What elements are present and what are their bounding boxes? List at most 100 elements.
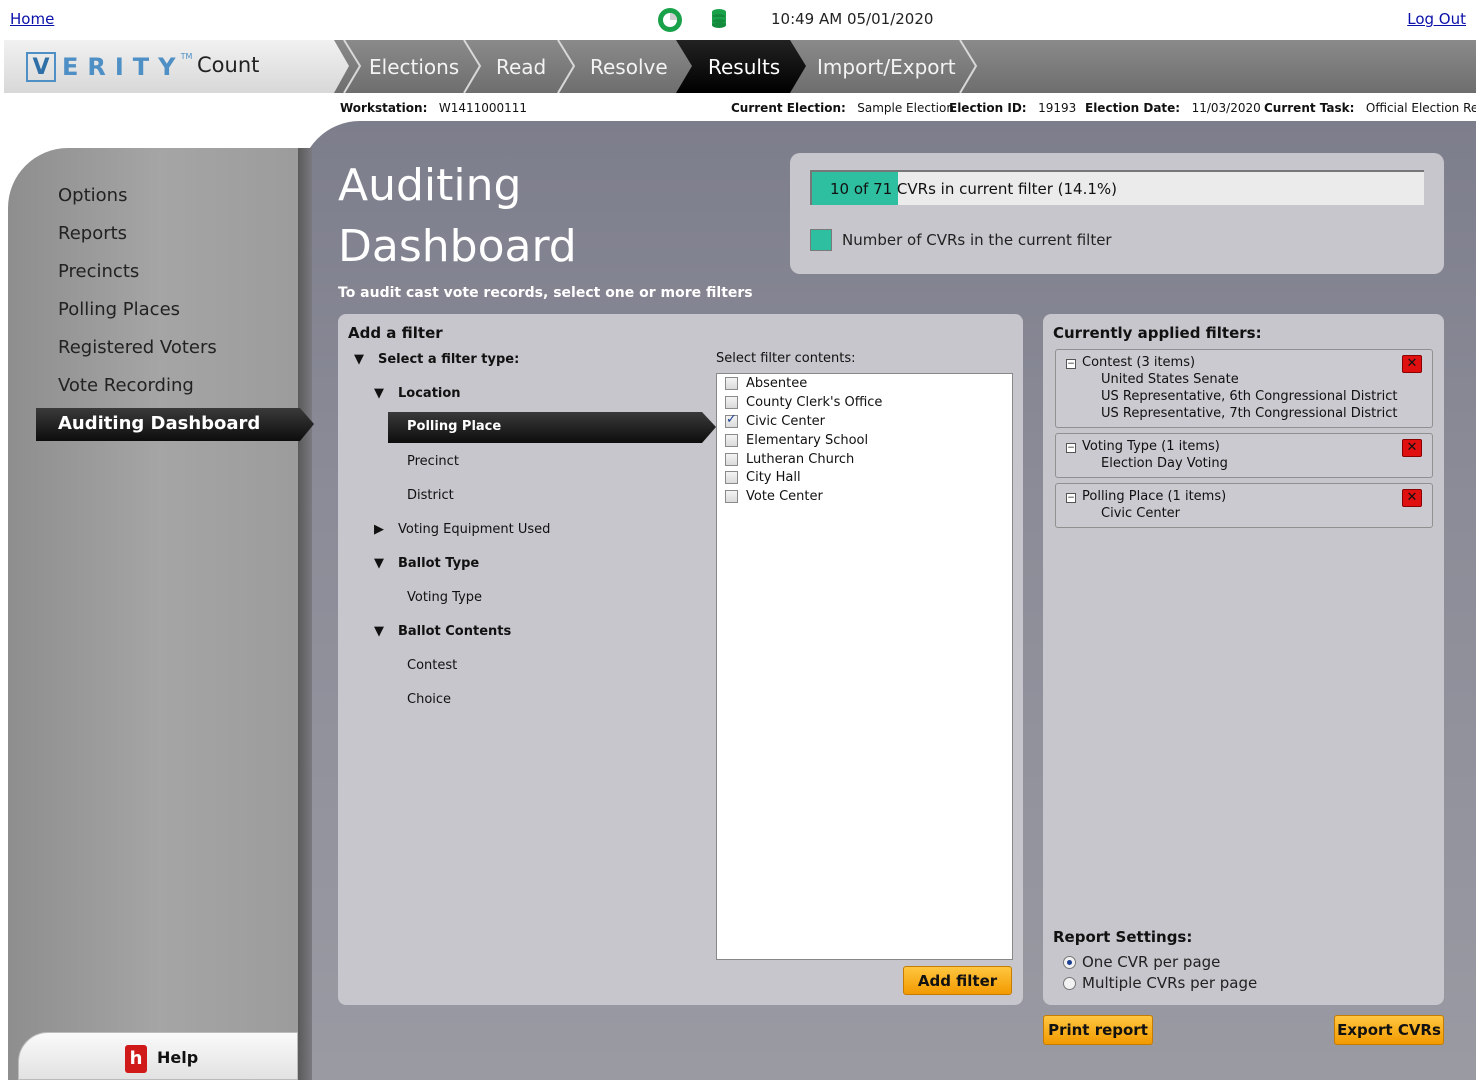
product-name: Count	[197, 53, 260, 77]
filter-option-county-clerks-office[interactable]: County Clerk's Office	[725, 393, 882, 411]
tree-node-label: Polling Place	[407, 419, 502, 434]
filter-option-absentee[interactable]: Absentee	[725, 374, 807, 392]
election-info-bar: Workstation: W1411000111 Current Electio…	[0, 93, 1476, 121]
tab-label: Import/Export	[817, 54, 956, 79]
expanded-triangle-icon[interactable]: ▼	[374, 624, 384, 639]
radio-button[interactable]	[1063, 976, 1076, 990]
sidebar-item-precincts[interactable]: Precincts	[58, 261, 139, 282]
tab-label: Results	[708, 54, 781, 79]
expanded-triangle-icon[interactable]: ▼	[374, 556, 384, 571]
remove-filter-icon[interactable]: ✕	[1402, 489, 1422, 507]
filter-card-header: Polling Place (1 items)	[1082, 489, 1227, 504]
tab-label: Read	[496, 54, 547, 79]
collapse-icon[interactable]: −	[1066, 443, 1076, 453]
tree-node-precinct[interactable]: Precinct	[407, 454, 459, 469]
checkbox[interactable]	[725, 452, 738, 466]
remove-filter-icon[interactable]: ✕	[1402, 355, 1422, 373]
page-title-line1: Auditing	[338, 160, 522, 211]
sidebar-item-options[interactable]: Options	[58, 185, 127, 206]
election-id-info: Election ID: 19193	[949, 101, 1077, 115]
checkbox[interactable]	[725, 470, 738, 484]
main-nav: V ERITY TM Count Elections Read Resolve …	[4, 40, 1476, 93]
page-title-line2: Dashboard	[338, 221, 577, 272]
filter-contents-label: Select filter contents:	[716, 351, 856, 366]
expanded-triangle-icon[interactable]: ▼	[374, 386, 384, 401]
brand-area: V ERITY TM Count	[4, 40, 349, 93]
applied-filter-contest: − Contest (3 items) United States Senate…	[1055, 349, 1433, 428]
tree-node-voting-type[interactable]: Voting Type	[407, 590, 482, 605]
add-filter-button[interactable]: Add filter	[903, 966, 1012, 995]
radio-label: One CVR per page	[1082, 953, 1221, 971]
checkbox[interactable]	[725, 433, 738, 447]
filter-contents-list: Absentee County Clerk's Office Civic Cen…	[716, 373, 1013, 960]
tree-node-polling-place[interactable]: Polling Place	[388, 412, 716, 443]
tab-resolve[interactable]: Resolve	[558, 40, 678, 93]
print-report-button[interactable]: Print report	[1043, 1015, 1153, 1045]
logout-link[interactable]: Log Out	[1407, 10, 1466, 28]
report-option-multiple-per-page[interactable]: Multiple CVRs per page	[1063, 974, 1257, 992]
tab-read[interactable]: Read	[464, 40, 559, 93]
filter-card-item: Election Day Voting	[1101, 456, 1228, 471]
option-label: Elementary School	[746, 432, 869, 448]
cvr-progress-bar: 10 of 71 CVRs in current filter (14.1%)	[810, 170, 1424, 205]
tree-node-location[interactable]: Location	[398, 386, 461, 401]
sidebar-item-registered-voters[interactable]: Registered Voters	[58, 337, 217, 358]
filter-option-city-hall[interactable]: City Hall	[725, 468, 801, 486]
add-filter-title: Add a filter	[348, 324, 443, 342]
checkbox[interactable]	[725, 412, 738, 428]
tab-label: Elections	[369, 54, 460, 79]
option-label: Vote Center	[746, 488, 823, 504]
applied-filters-title: Currently applied filters:	[1053, 324, 1262, 342]
sidebar	[8, 148, 312, 1080]
radio-button[interactable]	[1063, 955, 1076, 969]
current-election-info: Current Election: Sample Election	[731, 101, 954, 115]
sidebar-item-reports[interactable]: Reports	[58, 223, 127, 244]
legend-label: Number of CVRs in the current filter	[842, 231, 1112, 249]
filter-option-vote-center[interactable]: Vote Center	[725, 487, 823, 505]
applied-filter-voting-type: − Voting Type (1 items) Election Day Vot…	[1055, 433, 1433, 478]
tree-node-choice[interactable]: Choice	[407, 692, 451, 707]
report-settings-label: Report Settings:	[1053, 928, 1193, 946]
help-label: Help	[157, 1048, 199, 1067]
filter-option-lutheran-church[interactable]: Lutheran Church	[725, 450, 854, 468]
filter-option-civic-center[interactable]: Civic Center	[725, 412, 825, 430]
help-icon: h	[125, 1045, 147, 1073]
option-label: City Hall	[746, 469, 801, 485]
sidebar-item-auditing-dashboard[interactable]: Auditing Dashboard	[36, 408, 314, 441]
collapse-icon[interactable]: −	[1066, 493, 1076, 503]
cvr-progress-text: 10 of 71 CVRs in current filter (14.1%)	[830, 180, 1118, 198]
tree-node-voting-equipment[interactable]: Voting Equipment Used	[398, 522, 550, 537]
sidebar-item-vote-recording[interactable]: Vote Recording	[58, 375, 194, 396]
filter-card-item: US Representative, 7th Congressional Dis…	[1101, 406, 1398, 421]
expanded-triangle-icon[interactable]: ▼	[354, 352, 364, 367]
collapse-icon[interactable]: −	[1066, 359, 1076, 369]
instructions-text: To audit cast vote records, select one o…	[338, 285, 753, 301]
report-option-one-per-page[interactable]: One CVR per page	[1063, 953, 1220, 971]
tree-node-ballot-contents[interactable]: Ballot Contents	[398, 624, 511, 639]
checkbox[interactable]	[725, 395, 738, 409]
option-label: Lutheran Church	[746, 451, 855, 467]
option-label: County Clerk's Office	[746, 394, 883, 410]
collapsed-triangle-icon[interactable]: ▶	[374, 522, 384, 537]
filter-option-elementary-school[interactable]: Elementary School	[725, 431, 868, 449]
help-button[interactable]: h Help	[18, 1032, 298, 1080]
tree-node-contest[interactable]: Contest	[407, 658, 457, 673]
filter-type-root: Select a filter type:	[378, 352, 520, 367]
checkbox[interactable]	[725, 489, 738, 503]
export-cvrs-button[interactable]: Export CVRs	[1334, 1015, 1444, 1045]
remove-filter-icon[interactable]: ✕	[1402, 439, 1422, 457]
tree-node-district[interactable]: District	[407, 488, 454, 503]
radio-label: Multiple CVRs per page	[1082, 974, 1258, 992]
add-filter-panel: Add a filter ▼ Select a filter type: ▼ L…	[338, 314, 1023, 1005]
filter-card-header: Voting Type (1 items)	[1082, 439, 1220, 454]
checkbox[interactable]	[725, 376, 738, 390]
tab-import-export[interactable]: Import/Export	[785, 40, 975, 93]
logo-text: ERITY	[62, 53, 185, 81]
sidebar-item-polling-places[interactable]: Polling Places	[58, 299, 180, 320]
legend-swatch	[810, 229, 832, 251]
tree-node-ballot-type[interactable]: Ballot Type	[398, 556, 479, 571]
tab-elections[interactable]: Elections	[337, 40, 465, 93]
filter-card-header: Contest (3 items)	[1082, 355, 1196, 370]
sidebar-divider	[298, 148, 312, 1080]
home-link[interactable]: Home	[10, 10, 54, 28]
